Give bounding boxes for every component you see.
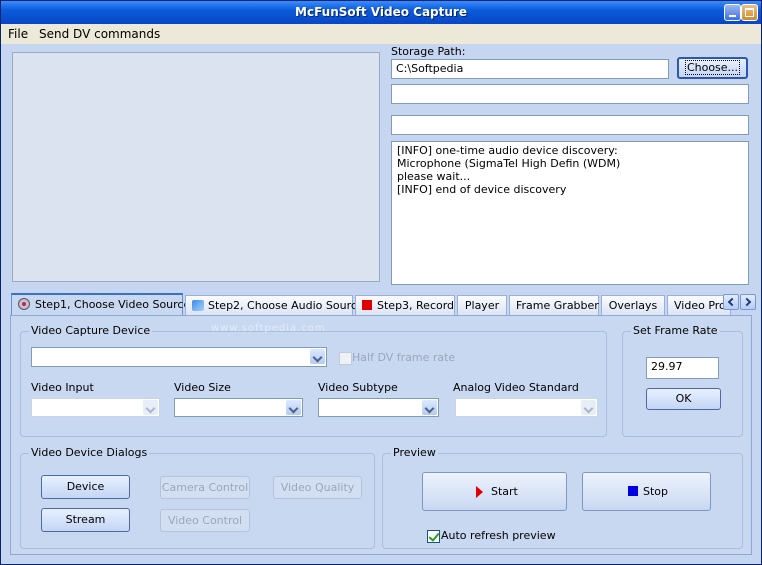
tab-step2-audio-source[interactable]: Step2, Choose Audio Source bbox=[185, 295, 364, 315]
video-capture-device-select[interactable] bbox=[31, 347, 327, 367]
tab-label: Step3, Record bbox=[377, 299, 455, 312]
video-size-label: Video Size bbox=[174, 381, 231, 394]
tab-scroll-left-button[interactable] bbox=[723, 294, 739, 310]
start-preview-button[interactable]: Start bbox=[422, 472, 567, 511]
group-title: Preview bbox=[391, 446, 438, 459]
minimize-button[interactable] bbox=[724, 4, 741, 21]
stop-preview-button[interactable]: Stop bbox=[582, 472, 711, 511]
chevron-down-icon bbox=[286, 400, 301, 415]
video-input-select[interactable] bbox=[31, 398, 160, 417]
maximize-button[interactable] bbox=[741, 4, 758, 21]
frame-rate-input[interactable]: 29.97 bbox=[646, 357, 719, 379]
tab-frame-grabber[interactable]: Frame Grabber bbox=[509, 295, 599, 315]
path-field-2[interactable] bbox=[391, 84, 749, 104]
group-title: Set Frame Rate bbox=[631, 324, 720, 337]
speaker-icon bbox=[192, 300, 204, 311]
stop-label: Stop bbox=[643, 485, 669, 498]
chevron-right-icon bbox=[742, 297, 752, 307]
device-button[interactable]: Device bbox=[41, 475, 130, 499]
stop-icon bbox=[628, 486, 638, 496]
tab-video-processing[interactable]: Video Processing bbox=[667, 295, 731, 315]
camera-control-button[interactable]: Camera Control bbox=[160, 476, 250, 499]
frame-rate-group: Set Frame Rate 29.97 OK bbox=[622, 324, 743, 437]
tab-step3-record[interactable]: Step3, Record bbox=[355, 295, 455, 315]
start-label: Start bbox=[491, 485, 518, 498]
chevron-left-icon bbox=[727, 297, 737, 307]
choose-button[interactable]: Choose... bbox=[677, 57, 748, 79]
log-line: [INFO] one-time audio device discovery: bbox=[397, 144, 618, 157]
video-capture-device-group: Video Capture Device Half DV frame rate … bbox=[20, 324, 607, 437]
info-log[interactable]: [INFO] one-time audio device discovery: … bbox=[391, 141, 749, 285]
auto-refresh-label: Auto refresh preview bbox=[441, 529, 556, 542]
preview-group: Preview Start Stop Auto refresh preview bbox=[382, 446, 743, 549]
video-subtype-label: Video Subtype bbox=[318, 381, 398, 394]
play-icon bbox=[476, 486, 483, 498]
step-tabs: Step1, Choose Video Source Step2, Choose… bbox=[11, 293, 741, 317]
path-field-3[interactable] bbox=[391, 115, 749, 135]
maximize-icon bbox=[745, 8, 754, 17]
chevron-down-icon bbox=[143, 400, 158, 415]
frame-rate-ok-button[interactable]: OK bbox=[646, 388, 721, 410]
menu-send-dv-commands[interactable]: Send DV commands bbox=[39, 27, 160, 41]
menu-bar: File Send DV commands bbox=[1, 24, 761, 44]
auto-refresh-checkbox[interactable] bbox=[427, 530, 440, 543]
client-area: Storage Path: C:\Softpedia Choose... [IN… bbox=[1, 44, 761, 564]
tab-scroll-right-button[interactable] bbox=[740, 294, 756, 310]
window-title: McFunSoft Video Capture bbox=[295, 5, 467, 19]
app-window: McFunSoft Video Capture File Send DV com… bbox=[0, 0, 762, 565]
storage-path-input[interactable]: C:\Softpedia bbox=[391, 59, 669, 79]
tab-overlays[interactable]: Overlays bbox=[601, 295, 665, 315]
video-size-select[interactable] bbox=[174, 398, 303, 417]
menu-file[interactable]: File bbox=[8, 27, 28, 41]
record-icon bbox=[362, 300, 372, 310]
half-dv-label: Half DV frame rate bbox=[352, 351, 456, 364]
choose-button-label: Choose... bbox=[684, 60, 741, 75]
tab-label: Step2, Choose Audio Source bbox=[208, 299, 364, 312]
title-bar[interactable]: McFunSoft Video Capture bbox=[1, 1, 761, 24]
tab-player[interactable]: Player bbox=[457, 295, 507, 315]
video-subtype-select[interactable] bbox=[318, 398, 439, 417]
log-line: please wait... bbox=[397, 170, 471, 183]
group-title: Video Device Dialogs bbox=[29, 446, 150, 459]
video-input-label: Video Input bbox=[31, 381, 94, 394]
chevron-down-icon bbox=[581, 400, 596, 415]
tab-step1-video-source[interactable]: Step1, Choose Video Source bbox=[11, 293, 190, 316]
tab-label: Overlays bbox=[608, 299, 658, 312]
video-device-dialogs-group: Video Device Dialogs Device Camera Contr… bbox=[20, 446, 375, 549]
stream-button[interactable]: Stream bbox=[41, 508, 130, 532]
video-quality-button[interactable]: Video Quality bbox=[273, 476, 362, 499]
minimize-icon bbox=[729, 15, 736, 17]
chevron-down-icon bbox=[310, 349, 325, 364]
webcam-icon bbox=[18, 298, 30, 310]
tab-label: Player bbox=[464, 299, 500, 312]
log-line: [INFO] end of device discovery bbox=[397, 183, 567, 196]
analog-video-standard-select[interactable] bbox=[455, 398, 598, 417]
half-dv-checkbox[interactable] bbox=[339, 352, 352, 365]
group-title: Video Capture Device bbox=[29, 324, 153, 337]
watermark: www.softpedia.com bbox=[211, 323, 326, 334]
video-preview-area bbox=[12, 52, 380, 282]
video-control-button[interactable]: Video Control bbox=[160, 509, 250, 532]
step1-panel: Video Capture Device Half DV frame rate … bbox=[10, 315, 752, 555]
tab-label: Frame Grabber bbox=[516, 299, 599, 312]
analog-video-standard-label: Analog Video Standard bbox=[453, 381, 579, 394]
storage-path-label: Storage Path: bbox=[391, 45, 466, 58]
tab-label: Step1, Choose Video Source bbox=[35, 298, 191, 311]
chevron-down-icon bbox=[422, 400, 437, 415]
log-line: Microphone (SigmaTel High Defin (WDM) bbox=[397, 157, 621, 170]
